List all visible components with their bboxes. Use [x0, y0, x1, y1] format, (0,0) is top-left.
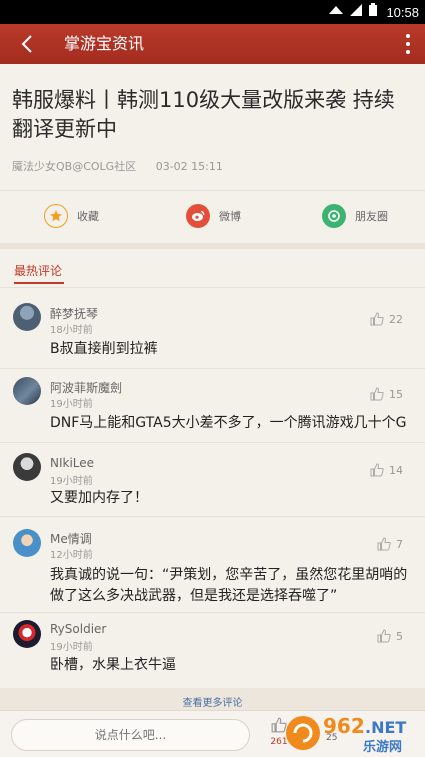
section-band: [0, 243, 425, 249]
divider: [0, 612, 425, 613]
divider: [0, 516, 425, 517]
moments-label: 朋友圈: [355, 210, 388, 223]
favorite-label: 收藏: [77, 210, 99, 223]
comment-like-button[interactable]: 7: [377, 537, 403, 551]
star-icon: [44, 204, 68, 228]
comment-text: 我真诚的说一句：“尹策划，您辛苦了，虽然您花里胡哨的做了这么多决战武器，但是我还…: [50, 567, 408, 604]
comment-text: DNF马上能和GTA5大小差不多了，一个腾讯游戏几十个G: [50, 415, 407, 431]
header-title: 掌游宝资讯: [64, 34, 145, 53]
comment-time: 19小时前: [50, 399, 93, 410]
comment-time: 12小时前: [50, 550, 93, 561]
comment-username[interactable]: 醉梦抚琴: [50, 305, 98, 322]
article-date: 03-02 15:11: [155, 160, 223, 173]
comment-username[interactable]: RySoldier: [50, 622, 106, 636]
comment-text: 又要加内存了！: [50, 490, 148, 506]
comment-like-count: 5: [396, 629, 403, 643]
avatar[interactable]: [13, 303, 41, 331]
chevron-left-icon: [21, 35, 32, 53]
comment-username[interactable]: NIkiLee: [50, 456, 94, 470]
comment-input[interactable]: [11, 719, 250, 751]
back-button[interactable]: [16, 32, 40, 56]
favorite-button[interactable]: 收藏: [44, 203, 99, 229]
avatar[interactable]: [13, 453, 41, 481]
moments-icon: [322, 204, 346, 228]
thumbs-up-icon: [377, 629, 391, 643]
status-bar: 10:58: [0, 0, 425, 24]
moments-share-button[interactable]: 朋友圈: [322, 203, 388, 229]
divider: [0, 442, 425, 443]
hot-comments-heading: 最热评论: [14, 262, 64, 284]
thumbs-up-icon: [370, 387, 384, 401]
comment-like-count: 14: [389, 463, 403, 477]
app-header: 掌游宝资讯: [0, 24, 425, 64]
divider: [0, 287, 425, 288]
status-time: 10:58: [386, 4, 419, 20]
comment-username[interactable]: 阿波菲斯魔劍: [50, 379, 122, 396]
more-menu-button[interactable]: [405, 34, 411, 54]
comment-username[interactable]: Me情调: [50, 530, 92, 547]
article-author: 魇法少女QB@COLG社区: [12, 160, 137, 173]
comment-text: 卧槽，水果上衣牛逼: [50, 657, 176, 673]
comment-time: 19小时前: [50, 642, 93, 653]
heading-underline: [14, 282, 64, 284]
comment-like-button[interactable]: 5: [377, 629, 403, 643]
comment-like-count: 22: [389, 312, 403, 326]
article-meta: 魇法少女QB@COLG社区 03-02 15:11: [12, 158, 223, 174]
divider: [0, 368, 425, 369]
cellular-icon: [350, 3, 363, 21]
comment-time: 18小时前: [50, 325, 93, 336]
comment-like-button[interactable]: 22: [370, 312, 403, 326]
share-row: 收藏 微博 朋友圈: [0, 191, 425, 243]
hot-comments-label: 最热评论: [14, 264, 63, 278]
site-watermark-logo: 962 .NET 乐游网: [286, 714, 406, 755]
thumbs-up-icon: [370, 463, 384, 477]
comment-like-count: 15: [389, 387, 403, 401]
article-title: 韩服爆料丨韩测110级大量改版来袭 持续翻译更新中: [12, 88, 395, 141]
svg-text:962: 962: [323, 714, 365, 738]
comment-like-count: 7: [396, 537, 403, 551]
thumbs-up-icon: [370, 312, 384, 326]
battery-icon: [369, 3, 378, 21]
avatar[interactable]: [13, 620, 41, 648]
avatar[interactable]: [13, 377, 41, 405]
comment-like-button[interactable]: 15: [370, 387, 403, 401]
signal-icon: [329, 3, 344, 21]
thumbs-up-icon: [377, 537, 391, 551]
weibo-share-button[interactable]: 微博: [186, 203, 241, 229]
weibo-label: 微博: [219, 210, 241, 223]
svg-text:.NET: .NET: [365, 718, 406, 737]
comment-like-button[interactable]: 14: [370, 463, 403, 477]
comment-time: 19小时前: [50, 476, 93, 487]
avatar[interactable]: [13, 529, 41, 557]
svg-text:乐游网: 乐游网: [363, 739, 402, 755]
weibo-icon: [186, 204, 210, 228]
comment-text: B叔直接削到拉裤: [50, 341, 158, 357]
